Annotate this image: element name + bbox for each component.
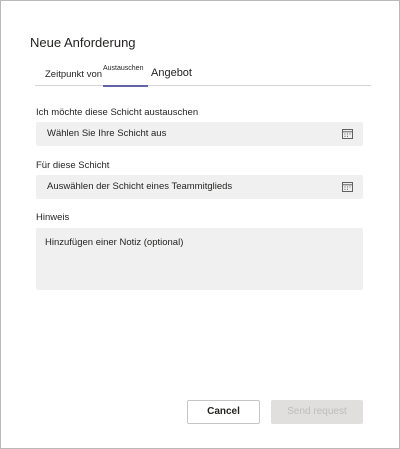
note-label: Hinweis xyxy=(36,212,70,223)
note-textarea[interactable]: Hinzufügen einer Notiz (optional) xyxy=(36,228,363,290)
new-request-dialog: Neue Anforderung Zeitpunkt von Austausch… xyxy=(0,0,400,449)
my-shift-placeholder: Wählen Sie Ihre Schicht aus xyxy=(47,128,167,139)
my-shift-label: Ich möchte diese Schicht austauschen xyxy=(36,107,199,118)
tab-austauschen[interactable]: Austauschen xyxy=(103,65,143,72)
my-shift-picker[interactable]: Wählen Sie Ihre Schicht aus xyxy=(36,122,363,146)
tab-angebot[interactable]: Angebot xyxy=(151,67,192,79)
calendar-icon[interactable] xyxy=(342,128,353,139)
dialog-title: Neue Anforderung xyxy=(30,35,136,50)
calendar-icon[interactable] xyxy=(342,181,353,192)
their-shift-label: Für diese Schicht xyxy=(36,160,110,171)
send-request-button[interactable]: Send request xyxy=(271,400,363,424)
their-shift-placeholder: Auswählen der Schicht eines Teammitglied… xyxy=(47,181,233,192)
tab-bar: Zeitpunkt von Austauschen Angebot xyxy=(35,63,371,87)
their-shift-picker[interactable]: Auswählen der Schicht eines Teammitglied… xyxy=(36,175,363,199)
note-placeholder: Hinzufügen einer Notiz (optional) xyxy=(45,237,184,248)
selected-tab-indicator xyxy=(103,85,148,87)
tab-zeitpunkt-von[interactable]: Zeitpunkt von xyxy=(45,69,102,80)
cancel-button[interactable]: Cancel xyxy=(187,400,260,424)
